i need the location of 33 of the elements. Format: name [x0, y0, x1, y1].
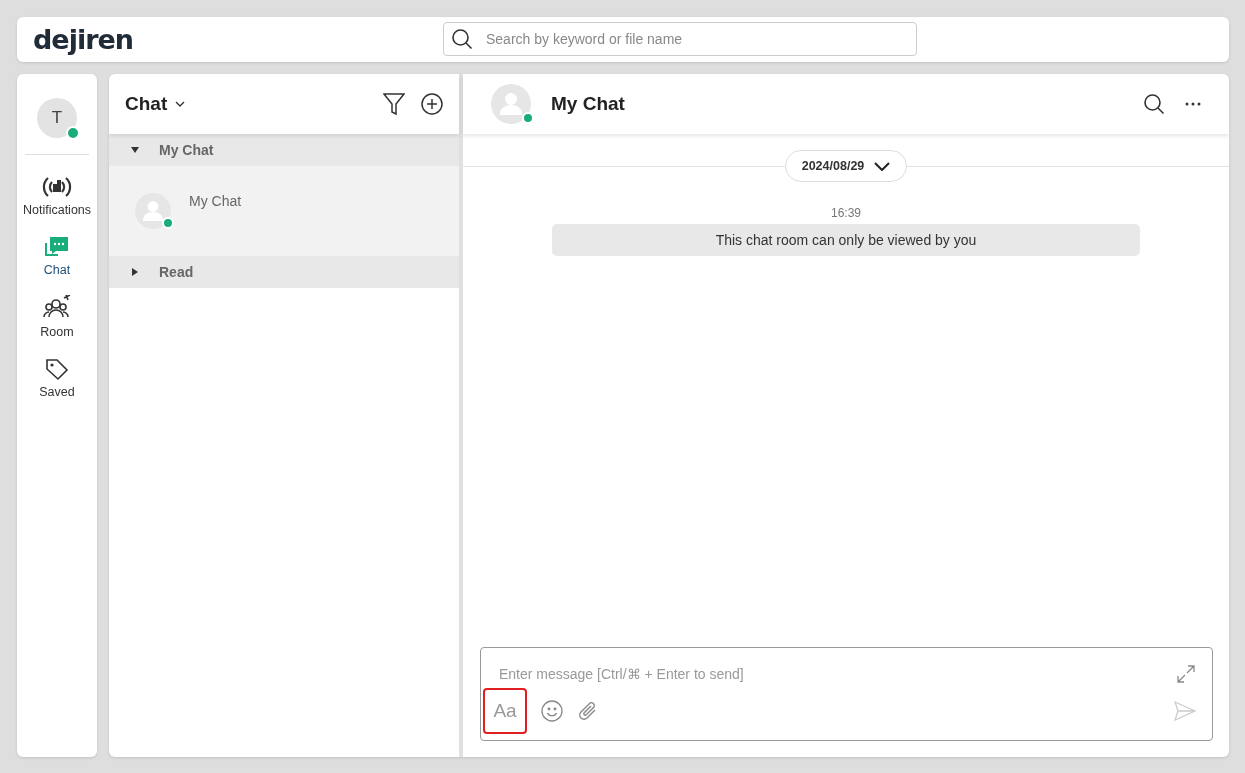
add-icon[interactable] — [421, 93, 443, 115]
chat-name: My Chat — [189, 193, 242, 209]
chevron-down-icon[interactable] — [175, 101, 186, 107]
date-selector[interactable]: 2024/08/29 — [784, 150, 908, 182]
caret-right-icon — [131, 268, 139, 276]
group-header[interactable]: Read — [109, 256, 459, 288]
user-initial: T — [51, 108, 63, 128]
nav-item[interactable]: Saved — [18, 355, 96, 401]
chat-item[interactable]: My Chat — [109, 166, 459, 256]
filter-icon[interactable] — [383, 92, 405, 116]
caret-down-icon — [131, 146, 139, 154]
message-time: 16:39 — [831, 206, 861, 220]
nav-item[interactable]: Notifications — [18, 173, 96, 219]
app-logo: dejiren — [33, 24, 133, 55]
expand-icon[interactable] — [1176, 664, 1196, 684]
chevron-down-icon — [874, 161, 891, 171]
nav-item[interactable]: Chat — [18, 233, 96, 279]
smiley-icon[interactable] — [541, 700, 563, 722]
person-silhouette-icon — [491, 84, 531, 124]
system-message: This chat room can only be viewed by you — [552, 224, 1140, 256]
group-header[interactable]: My Chat — [109, 134, 459, 166]
room-title: My Chat — [551, 93, 625, 115]
nav-item[interactable]: Room — [18, 293, 96, 341]
panel-title[interactable]: Chat — [125, 93, 168, 115]
user-avatar[interactable]: T — [37, 98, 77, 138]
more-icon[interactable] — [1185, 102, 1201, 106]
search-icon[interactable] — [1143, 93, 1165, 115]
chat-bubble-icon — [44, 235, 70, 259]
broadcast-icon — [42, 175, 72, 199]
search-icon — [451, 28, 473, 50]
person-silhouette-icon — [135, 193, 171, 229]
search-field[interactable]: Search by keyword or file name — [443, 22, 917, 56]
tag-icon — [45, 357, 69, 381]
